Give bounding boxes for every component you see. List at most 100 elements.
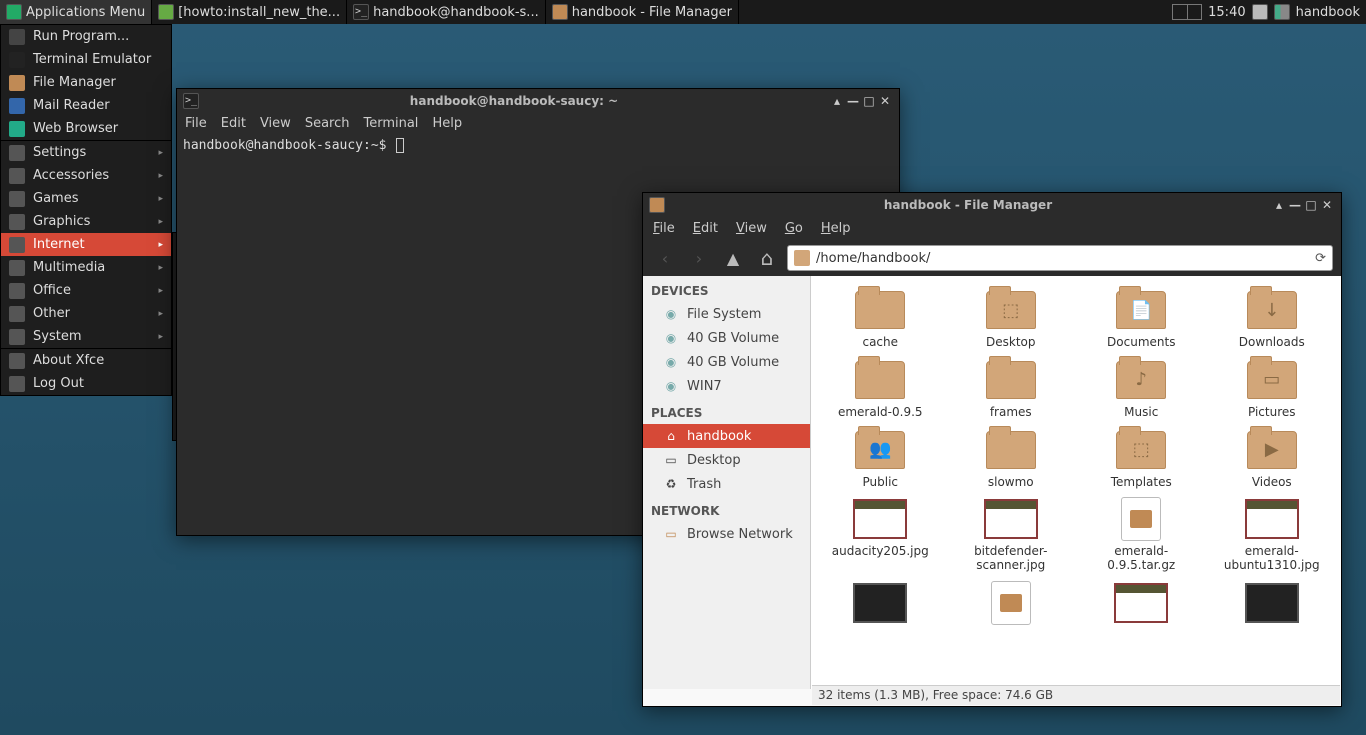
cursor-icon (396, 138, 404, 153)
appmenu-footer-item[interactable]: About Xfce (1, 349, 171, 372)
workspace-switcher[interactable] (1172, 4, 1202, 20)
window-roll-icon[interactable]: ▴ (1271, 198, 1287, 212)
window-maximize-icon[interactable]: □ (861, 94, 877, 108)
applications-menu-button[interactable]: Applications Menu (0, 0, 152, 24)
refresh-icon[interactable]: ⟳ (1315, 251, 1326, 266)
file-item[interactable]: ↓Downloads (1207, 286, 1338, 352)
sidebar-place-item[interactable]: ⌂handbook (643, 424, 810, 448)
appmenu-category[interactable]: Internet▸ (1, 233, 171, 256)
applications-menu-label: Applications Menu (26, 5, 145, 20)
drive-icon: ◉ (663, 306, 679, 322)
appmenu-item[interactable]: Mail Reader (1, 94, 171, 117)
file-item[interactable]: slowmo (946, 426, 1077, 492)
sidebar-device-item[interactable]: ◉40 GB Volume (643, 350, 810, 374)
file-item[interactable]: 📄Documents (1076, 286, 1207, 352)
appmenu-category[interactable]: Accessories▸ (1, 164, 171, 187)
file-item[interactable]: ▶Videos (1207, 426, 1338, 492)
file-item[interactable]: ♪Music (1076, 356, 1207, 422)
file-item[interactable]: ⬚Desktop (946, 286, 1077, 352)
window-close-icon[interactable]: ✕ (1319, 198, 1335, 212)
file-item[interactable]: bitdefender-scanner.jpg (946, 495, 1077, 575)
file-item[interactable]: audacity205.jpg (815, 495, 946, 575)
category-icon (9, 145, 25, 161)
appmenu-category[interactable]: Settings▸ (1, 141, 171, 164)
user-name[interactable]: handbook (1296, 5, 1360, 20)
image-thumbnail-icon (853, 583, 907, 623)
sidebar-network-item[interactable]: ▭Browse Network (643, 522, 810, 546)
sidebar-place-item[interactable]: ♻Trash (643, 472, 810, 496)
file-item[interactable] (1076, 579, 1207, 631)
terminal-menu-item[interactable]: File (185, 116, 207, 131)
appmenu-category[interactable]: Graphics▸ (1, 210, 171, 233)
file-label: Desktop (986, 336, 1036, 350)
appmenu-category[interactable]: Multimedia▸ (1, 256, 171, 279)
file-item[interactable]: emerald-ubuntu1310.jpg (1207, 495, 1338, 575)
file-manager-iconview[interactable]: cache⬚Desktop📄Documents↓Downloads emerald… (811, 276, 1341, 689)
terminal-menu-item[interactable]: Terminal (363, 116, 418, 131)
nav-back-button[interactable]: ‹ (651, 244, 679, 272)
file-label: Videos (1252, 476, 1292, 490)
folder-icon: ♪ (1116, 361, 1166, 399)
window-close-icon[interactable]: ✕ (877, 94, 893, 108)
window-minimize-icon[interactable]: — (1287, 198, 1303, 212)
file-manager-menu-item[interactable]: Go (785, 221, 803, 236)
appmenu-category[interactable]: System▸ (1, 325, 171, 348)
appmenu-item[interactable]: File Manager (1, 71, 171, 94)
sidebar-device-item[interactable]: ◉File System (643, 302, 810, 326)
file-item[interactable]: ⬚Templates (1076, 426, 1207, 492)
window-maximize-icon[interactable]: □ (1303, 198, 1319, 212)
terminal-menu-item[interactable]: Search (305, 116, 350, 131)
nav-up-button[interactable]: ▲ (719, 244, 747, 272)
file-item[interactable]: emerald-0.9.5 (815, 356, 946, 422)
action-icon (9, 376, 25, 392)
network-indicator-icon[interactable] (1274, 4, 1290, 20)
window-roll-icon[interactable]: ▴ (829, 94, 845, 108)
file-item[interactable]: 👥Public (815, 426, 946, 492)
appmenu-category[interactable]: Other▸ (1, 302, 171, 325)
appmenu-item[interactable]: Web Browser (1, 117, 171, 140)
clock[interactable]: 15:40 (1208, 5, 1245, 20)
file-manager-menu-item[interactable]: Edit (693, 221, 718, 236)
file-manager-titlebar[interactable]: handbook - File Manager ▴ — □ ✕ (643, 193, 1341, 217)
file-item[interactable] (815, 579, 946, 631)
action-icon (9, 353, 25, 369)
window-minimize-icon[interactable]: — (845, 94, 861, 108)
file-item[interactable]: emerald-0.9.5.tar.gz (1076, 495, 1207, 575)
appmenu-item[interactable]: Terminal Emulator (1, 48, 171, 71)
file-manager-menu-item[interactable]: Help (821, 221, 851, 236)
file-item[interactable]: cache (815, 286, 946, 352)
appmenu-footer-item[interactable]: Log Out (1, 372, 171, 395)
folder-icon (986, 431, 1036, 469)
nav-home-button[interactable]: ⌂ (753, 244, 781, 272)
file-label: Downloads (1239, 336, 1305, 350)
sidebar-network-header: NETWORK (643, 496, 810, 522)
file-manager-menu-item[interactable]: View (736, 221, 767, 236)
appmenu-category[interactable]: Games▸ (1, 187, 171, 210)
category-icon (9, 329, 25, 345)
file-item[interactable]: frames (946, 356, 1077, 422)
nav-forward-button[interactable]: › (685, 244, 713, 272)
taskbar-item-browser[interactable]: [howto:install_new_the... (152, 0, 347, 24)
sidebar-place-item[interactable]: ▭Desktop (643, 448, 810, 472)
terminal-menu-item[interactable]: Edit (221, 116, 246, 131)
taskbar-item-filemanager[interactable]: handbook - File Manager (546, 0, 739, 24)
folder-icon: 👥 (855, 431, 905, 469)
category-icon (9, 191, 25, 207)
terminal-menu-item[interactable]: View (260, 116, 291, 131)
mail-icon (9, 98, 25, 114)
keyboard-indicator-icon[interactable] (1252, 4, 1268, 20)
terminal-titlebar[interactable]: >_ handbook@handbook-saucy: ~ ▴ — □ ✕ (177, 89, 899, 113)
appmenu-item[interactable]: Run Program... (1, 25, 171, 48)
appmenu-category[interactable]: Office▸ (1, 279, 171, 302)
file-item[interactable] (946, 579, 1077, 631)
file-item[interactable]: ▭Pictures (1207, 356, 1338, 422)
terminal-menu-item[interactable]: Help (432, 116, 462, 131)
sidebar-device-item[interactable]: ◉40 GB Volume (643, 326, 810, 350)
taskbar-item-terminal[interactable]: >_ handbook@handbook-s... (347, 0, 546, 24)
file-item[interactable] (1207, 579, 1338, 631)
sidebar-device-item[interactable]: ◉WIN7 (643, 374, 810, 398)
location-bar[interactable]: /home/handbook/ ⟳ (787, 245, 1333, 271)
browser-icon (158, 4, 174, 20)
file-manager-menu-item[interactable]: File (653, 221, 675, 236)
drive-icon: ◉ (663, 354, 679, 370)
